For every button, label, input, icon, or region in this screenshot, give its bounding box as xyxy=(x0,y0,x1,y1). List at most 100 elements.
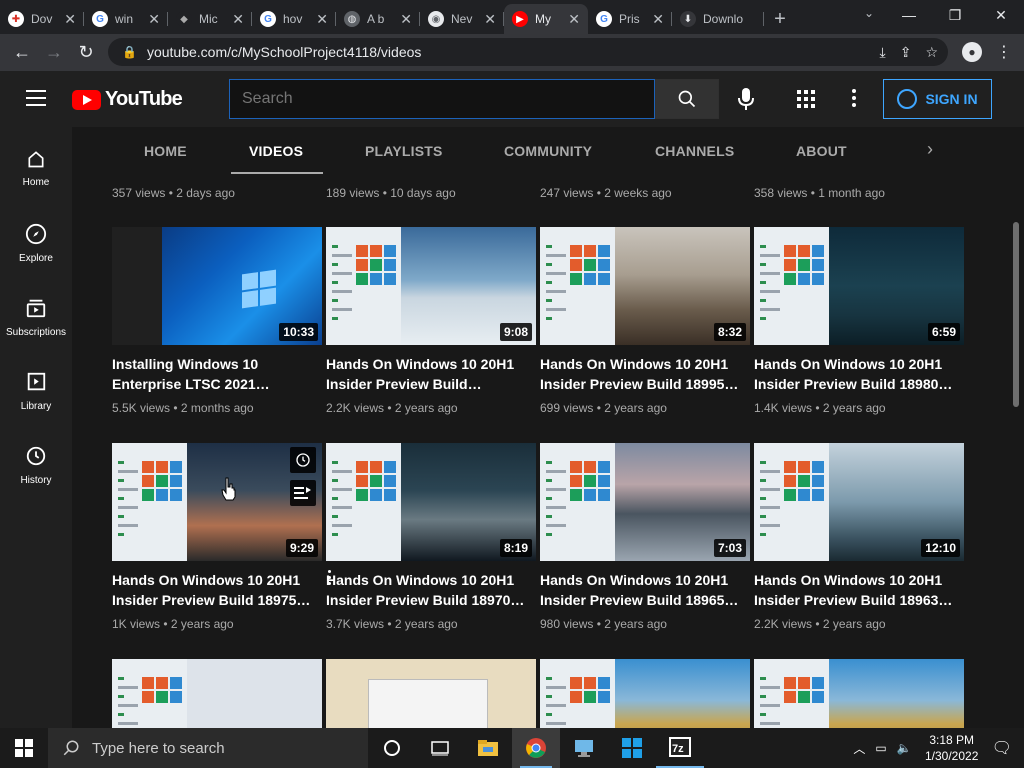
video-title[interactable]: Hands On Windows 10 20H1 Insider Preview… xyxy=(326,354,526,394)
video-title[interactable]: Hands On Windows 10 20H1 Insider Preview… xyxy=(754,570,954,610)
7zip-icon[interactable]: 7z xyxy=(656,728,704,768)
search-input[interactable] xyxy=(242,90,654,108)
guide-item-subscriptions[interactable]: Subscriptions xyxy=(0,297,72,338)
notifications-icon[interactable]: 🗨 xyxy=(992,738,1012,758)
tab-videos[interactable]: VIDEOS xyxy=(230,127,324,174)
windows-app-icon[interactable] xyxy=(608,728,656,768)
hamburger-menu-icon[interactable] xyxy=(26,90,46,106)
guide-item-library[interactable]: Library xyxy=(0,371,72,412)
search-box[interactable] xyxy=(229,79,655,119)
tab-close-icon[interactable]: ✕ xyxy=(652,11,664,28)
tab-favicon-icon: ✚ xyxy=(8,11,24,27)
start-button[interactable] xyxy=(0,728,48,768)
video-thumbnail[interactable]: 6:59 xyxy=(754,227,964,345)
video-thumbnail[interactable]: 9:29 xyxy=(112,443,322,561)
browser-tab[interactable]: Ghov ✕ xyxy=(252,4,336,34)
video-title[interactable]: Hands On Windows 10 20H1 Insider Preview… xyxy=(540,570,740,610)
video-thumbnail[interactable]: 9:08 xyxy=(326,227,536,345)
network-icon[interactable]: ▭ xyxy=(875,741,886,755)
bookmark-star-icon[interactable]: ☆ xyxy=(925,44,938,61)
tab-close-icon[interactable]: ✕ xyxy=(400,11,412,28)
tab-search-icon[interactable]: ⌄ xyxy=(864,6,874,20)
video-thumbnail[interactable]: 7:03 xyxy=(540,443,750,561)
tab-close-icon[interactable]: ✕ xyxy=(148,11,160,28)
video-thumbnail[interactable]: 8:19 xyxy=(326,443,536,561)
close-window-button[interactable]: ✕ xyxy=(978,0,1024,30)
apps-grid-icon[interactable] xyxy=(797,90,815,108)
video-card[interactable]: 10:33 Installing Windows 10 Enterprise LT… xyxy=(112,227,322,415)
share-icon[interactable]: ⇪ xyxy=(900,44,912,61)
minimize-button[interactable]: — xyxy=(886,0,932,30)
video-card[interactable]: 9:08 Hands On Windows 10 20H1 Insider Pre… xyxy=(326,227,536,415)
video-card[interactable]: 8:19 Hands On Windows 10 20H1 Insider Pre… xyxy=(326,443,536,631)
tab-home[interactable]: HOME xyxy=(144,127,187,174)
taskbar-search-box[interactable]: Type here to search xyxy=(48,728,368,768)
video-title[interactable]: Hands On Windows 10 20H1 Insider Preview… xyxy=(112,570,312,610)
browser-tab[interactable]: ◍ A b ✕ xyxy=(336,4,420,34)
guide-item-history[interactable]: History xyxy=(0,445,72,486)
remote-desktop-icon[interactable] xyxy=(560,728,608,768)
video-thumbnail[interactable]: 12:10 xyxy=(754,443,964,561)
add-to-queue-icon[interactable] xyxy=(290,480,316,506)
search-button[interactable] xyxy=(655,79,719,119)
video-card[interactable]: 7:03 Hands On Windows 10 20H1 Insider Pre… xyxy=(540,443,750,631)
tab-close-icon[interactable]: ✕ xyxy=(64,11,76,28)
video-thumbnail[interactable] xyxy=(326,659,536,728)
video-thumbnail[interactable] xyxy=(112,659,322,728)
clock[interactable]: 3:18 PM 1/30/2022 xyxy=(922,732,982,764)
file-explorer-icon[interactable] xyxy=(464,728,512,768)
youtube-logo[interactable]: YouTube xyxy=(72,88,183,111)
restore-button[interactable]: ❐ xyxy=(932,0,978,30)
tab-community[interactable]: COMMUNITY xyxy=(504,127,592,174)
video-thumbnail[interactable] xyxy=(540,659,750,728)
video-title[interactable]: Hands On Windows 10 20H1 Insider Preview… xyxy=(540,354,740,394)
profile-avatar-icon[interactable]: ● xyxy=(962,42,982,62)
tab-close-icon[interactable]: ✕ xyxy=(484,11,496,28)
microphone-icon[interactable] xyxy=(735,88,757,110)
tab-about[interactable]: ABOUT xyxy=(796,127,847,174)
page-scrollbar[interactable] xyxy=(1008,127,1024,728)
chevron-up-icon[interactable]: ︿ xyxy=(853,740,865,757)
settings-kebab-icon[interactable] xyxy=(852,89,856,110)
video-title[interactable]: Hands On Windows 10 20H1 Insider Preview… xyxy=(326,570,526,610)
browser-tab[interactable]: ✚ Dov ✕ xyxy=(0,4,84,34)
video-thumbnail[interactable]: 10:33 xyxy=(112,227,322,345)
browser-tab[interactable]: ▶ My ✕ xyxy=(504,4,588,34)
video-thumbnail[interactable] xyxy=(754,659,964,728)
video-card[interactable]: 12:10 Hands On Windows 10 20H1 Insider Pr… xyxy=(754,443,964,631)
scrollbar-thumb[interactable] xyxy=(1013,222,1019,407)
chevron-right-icon[interactable]: › xyxy=(927,139,933,160)
reload-button[interactable]: ↻ xyxy=(70,42,102,63)
address-bar[interactable]: 🔒 youtube.com/c/MySchoolProject4118/vide… xyxy=(108,38,948,66)
task-view-icon[interactable] xyxy=(416,728,464,768)
video-card[interactable]: 6:59 Hands On Windows 10 20H1 Insider Pre… xyxy=(754,227,964,415)
browser-tab[interactable]: Gwin ✕ xyxy=(84,4,168,34)
cortana-icon[interactable] xyxy=(368,728,416,768)
forward-button[interactable]: → xyxy=(38,42,70,63)
volume-muted-icon[interactable]: 🔈 xyxy=(897,741,912,755)
tab-close-icon[interactable]: ✕ xyxy=(232,11,244,28)
tab-close-icon[interactable]: ✕ xyxy=(316,11,328,28)
guide-item-home[interactable]: Home xyxy=(0,149,72,188)
browser-tab[interactable]: ⬇ Downlo xyxy=(672,4,764,34)
new-tab-button[interactable]: + xyxy=(764,4,796,34)
video-card[interactable]: 8:32 Hands On Windows 10 20H1 Insider Pre… xyxy=(540,227,750,415)
chrome-taskbar-icon[interactable] xyxy=(512,728,560,768)
tab-close-icon[interactable]: ✕ xyxy=(568,11,580,28)
watch-later-icon[interactable] xyxy=(290,447,316,473)
video-title[interactable]: Installing Windows 10 Enterprise LTSC 20… xyxy=(112,354,312,394)
back-button[interactable]: ← xyxy=(6,42,38,63)
browser-tab[interactable]: G Pris ✕ xyxy=(588,4,672,34)
video-thumbnail[interactable]: 8:32 xyxy=(540,227,750,345)
video-card[interactable]: 9:29 Hands On Windows 10 20H1 Insider Pre… xyxy=(112,443,331,631)
chrome-menu-icon[interactable]: ⋮ xyxy=(996,42,1012,62)
browser-tab[interactable]: ◆ Mic ✕ xyxy=(168,4,252,34)
video-title[interactable]: Hands On Windows 10 20H1 Insider Preview… xyxy=(754,354,954,394)
install-app-icon[interactable]: ⤓ xyxy=(880,44,886,61)
guide-label: Library xyxy=(20,401,52,412)
sign-in-button[interactable]: SIGN IN xyxy=(883,79,992,119)
browser-tab[interactable]: ◉ Nev ✕ xyxy=(420,4,504,34)
guide-item-explore[interactable]: Explore xyxy=(0,223,72,264)
tab-playlists[interactable]: PLAYLISTS xyxy=(365,127,443,174)
tab-channels[interactable]: CHANNELS xyxy=(655,127,734,174)
